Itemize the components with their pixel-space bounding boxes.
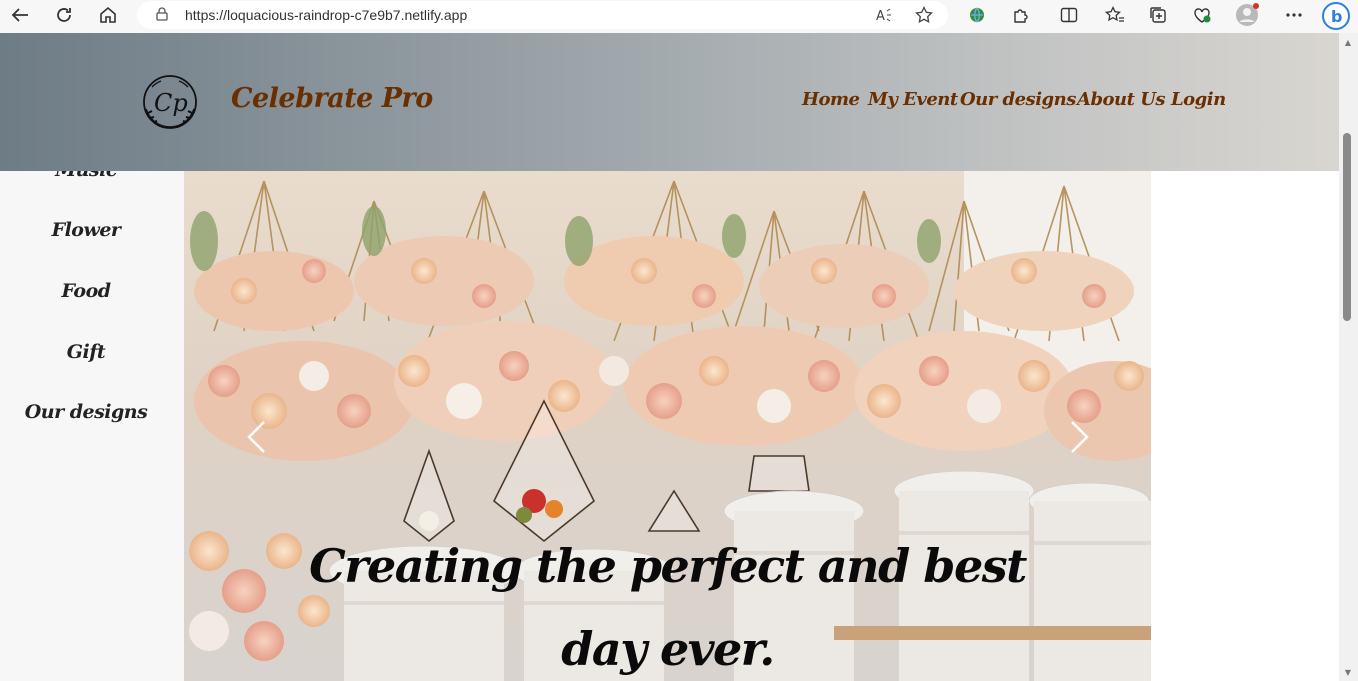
scroll-thumb[interactable]	[1343, 133, 1351, 321]
scroll-up-icon[interactable]: ▲	[1343, 39, 1353, 47]
svg-text:b: b	[1331, 7, 1342, 26]
scroll-down-icon[interactable]: ▼	[1343, 669, 1353, 677]
page-right-margin	[1151, 171, 1339, 681]
nav-our-designs[interactable]: Our designs	[960, 89, 1076, 110]
page-scrollbar[interactable]: ▲ ▼	[1339, 33, 1358, 681]
svg-text:Cp: Cp	[154, 89, 188, 117]
sidebar-item-gift[interactable]: Gift	[0, 341, 172, 363]
url-text[interactable]: https://loquacious-raindrop-c7e9b7.netli…	[185, 7, 467, 23]
lock-icon	[156, 7, 168, 21]
extensions-puzzle-icon[interactable]	[1009, 4, 1033, 26]
carousel-caption-line2: day ever.	[561, 622, 775, 676]
profile-avatar-icon[interactable]	[1235, 3, 1259, 26]
category-sidebar: Music Flower Food Gift Our designs	[0, 171, 184, 681]
brand-logo[interactable]: Cp	[140, 73, 200, 131]
nav-home[interactable]: Home	[802, 89, 860, 110]
back-arrow-icon[interactable]	[6, 3, 34, 27]
read-aloud-icon[interactable]: A	[873, 5, 895, 25]
address-bar[interactable]: https://loquacious-raindrop-c7e9b7.netli…	[137, 1, 948, 29]
carousel-image	[184, 171, 1151, 681]
nav-about-us[interactable]: About Us	[1077, 89, 1166, 110]
bing-copilot-icon[interactable]: b	[1322, 2, 1350, 30]
split-screen-icon[interactable]	[1057, 4, 1081, 26]
svg-text:A: A	[876, 9, 885, 23]
carousel-next-icon[interactable]	[1066, 419, 1092, 455]
carousel-prev-icon[interactable]	[244, 419, 270, 455]
sidebar-item-food[interactable]: Food	[0, 280, 172, 302]
sidebar-item-our-designs[interactable]: Our designs	[0, 401, 172, 423]
brand-name[interactable]: Celebrate Pro	[231, 83, 433, 114]
favorites-list-icon[interactable]	[1103, 4, 1127, 26]
more-menu-icon[interactable]	[1282, 4, 1306, 26]
carousel-caption-line1: Creating the perfect and best	[309, 539, 1027, 593]
collections-icon[interactable]	[1146, 4, 1170, 26]
hero-carousel: Creating the perfect and best day ever.	[184, 171, 1151, 681]
browser-toolbar: https://loquacious-raindrop-c7e9b7.netli…	[0, 0, 1358, 33]
extension-globe-icon[interactable]	[965, 4, 989, 26]
favorite-star-icon[interactable]	[913, 5, 935, 25]
refresh-icon[interactable]	[50, 3, 78, 27]
home-icon[interactable]	[94, 3, 122, 27]
browser-essentials-icon[interactable]	[1190, 4, 1214, 26]
sidebar-item-music[interactable]: Music	[0, 171, 172, 181]
sidebar-item-flower[interactable]: Flower	[0, 219, 172, 241]
site-header: Cp Celebrate Pro Home My Event Our desig…	[0, 33, 1339, 171]
nav-login[interactable]: Login	[1171, 89, 1226, 110]
nav-my-event[interactable]: My Event	[868, 89, 958, 110]
